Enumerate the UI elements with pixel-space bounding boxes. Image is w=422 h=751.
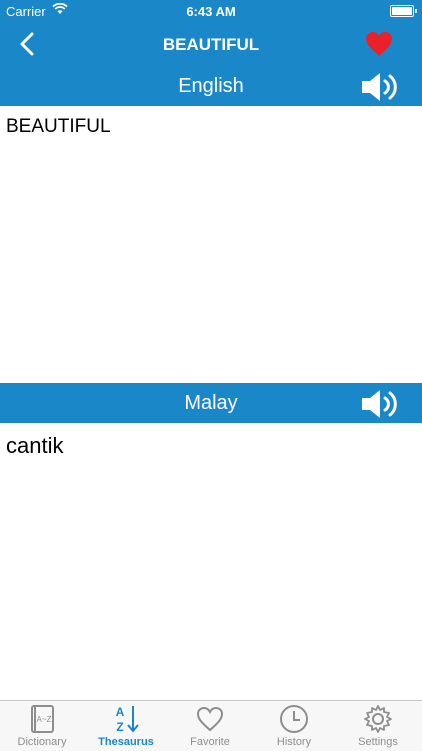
tab-favorite[interactable]: Favorite bbox=[168, 701, 252, 751]
svg-text:A~Z: A~Z bbox=[37, 715, 52, 724]
page-title: BEAUTIFUL bbox=[162, 35, 260, 54]
tab-dictionary[interactable]: A~Z Dictionary bbox=[0, 701, 84, 751]
tab-history-label: History bbox=[276, 736, 312, 748]
source-text-area: BEAUTIFUL bbox=[0, 106, 422, 383]
tab-thesaurus-label: Thesaurus bbox=[98, 736, 154, 748]
gear-icon bbox=[364, 705, 392, 733]
source-speak-button[interactable] bbox=[360, 70, 400, 104]
clock-icon bbox=[280, 705, 308, 733]
target-language-header: Malay bbox=[0, 383, 422, 423]
heart-outline-icon bbox=[196, 706, 224, 732]
tab-history[interactable]: History bbox=[252, 701, 336, 751]
dictionary-book-icon: A~Z bbox=[31, 705, 54, 733]
tab-settings[interactable]: Settings bbox=[336, 701, 420, 751]
svg-text:A: A bbox=[116, 705, 125, 719]
source-language-header: English bbox=[0, 66, 422, 106]
status-time: 6:43 AM bbox=[186, 4, 236, 19]
status-bar: Carrier 6:43 AM bbox=[0, 0, 422, 22]
tab-settings-label: Settings bbox=[358, 736, 398, 748]
source-language-label: English bbox=[178, 75, 244, 97]
target-speak-button[interactable] bbox=[360, 387, 400, 421]
translation-text-area: cantik bbox=[0, 423, 422, 700]
svg-text:Z: Z bbox=[116, 720, 123, 734]
speaker-icon bbox=[362, 73, 397, 101]
source-word: BEAUTIFUL bbox=[6, 116, 111, 137]
favorite-button[interactable] bbox=[364, 29, 394, 59]
heart-filled-icon bbox=[366, 32, 392, 56]
tab-favorite-label: Favorite bbox=[190, 736, 230, 748]
tab-thesaurus[interactable]: A Z Thesaurus bbox=[84, 701, 168, 751]
target-language-label: Malay bbox=[184, 392, 238, 414]
navigation-bar: BEAUTIFUL bbox=[0, 22, 422, 66]
az-sort-icon: A Z bbox=[116, 705, 139, 734]
translation-word: cantik bbox=[6, 433, 64, 458]
battery-icon bbox=[390, 5, 417, 17]
tab-bar: A~Z Dictionary A Z Thesaurus Favorite Hi… bbox=[0, 700, 422, 751]
tab-dictionary-label: Dictionary bbox=[17, 736, 67, 748]
speaker-icon bbox=[362, 390, 397, 418]
